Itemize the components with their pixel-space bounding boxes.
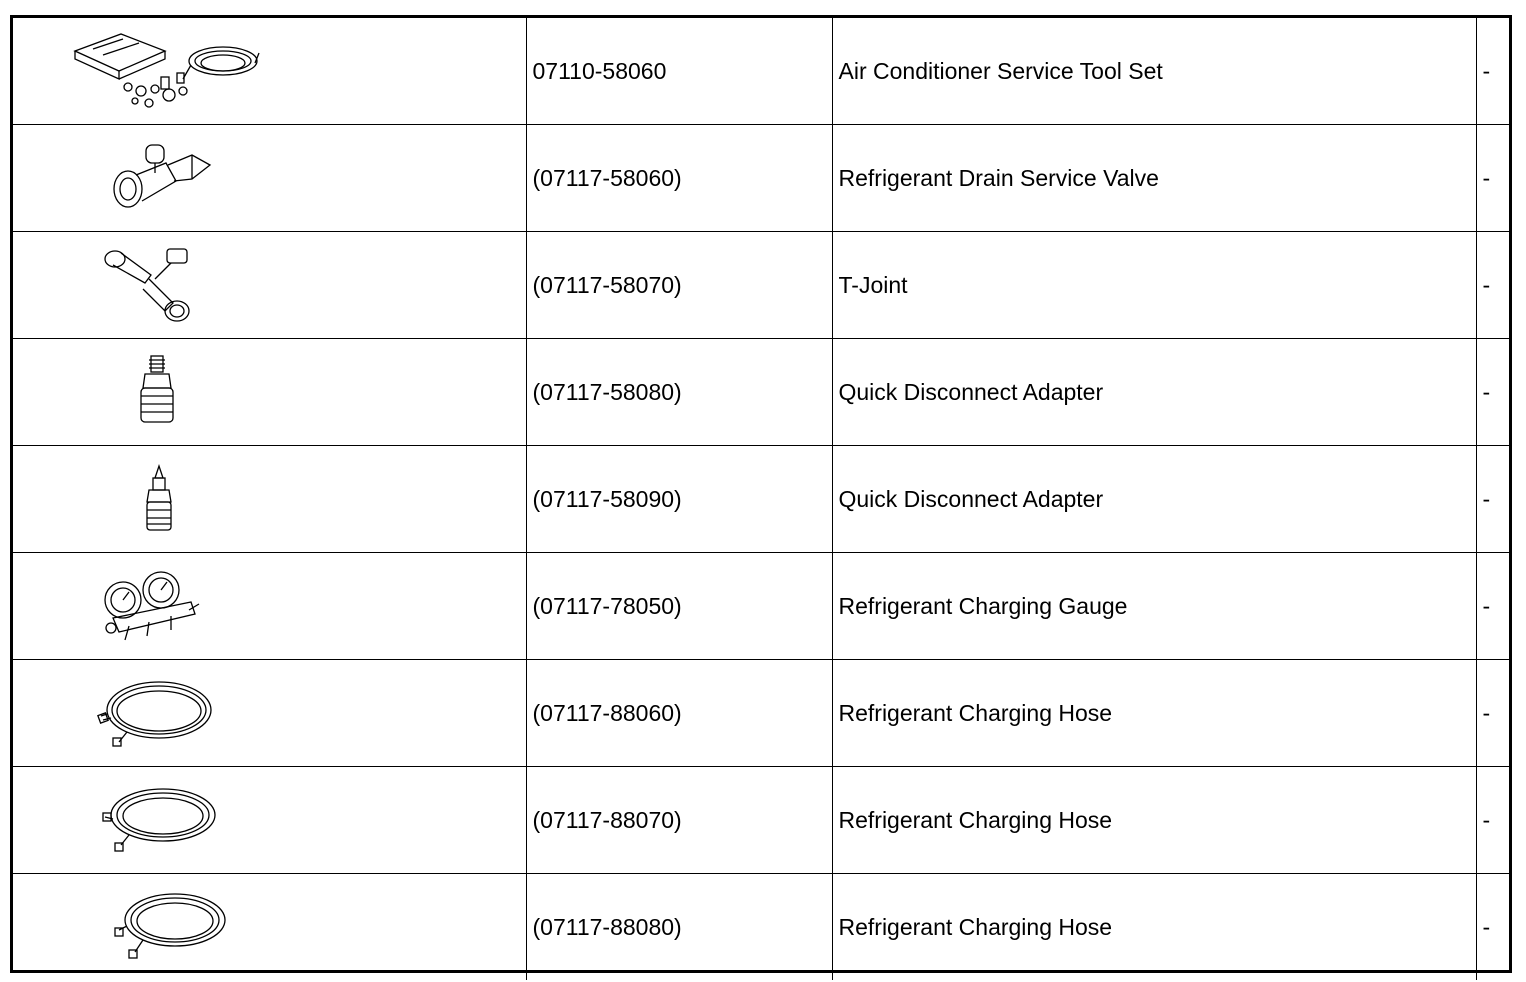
tool-name-cell: Refrigerant Charging Hose <box>831 873 1477 980</box>
table-row: (07117-88060) Refrigerant Charging Hose … <box>13 659 1509 767</box>
part-number: (07117-78050) <box>532 592 682 619</box>
part-number-cell: 07110-58060 <box>525 18 833 125</box>
tool-name: Refrigerant Charging Hose <box>838 806 1113 833</box>
tool-name: Refrigerant Charging Gauge <box>838 592 1128 619</box>
note: - <box>1482 378 1491 405</box>
tool-image-cell <box>13 231 527 339</box>
tool-image-cell <box>13 659 527 767</box>
tool-name-cell: Quick Disconnect Adapter <box>831 338 1477 446</box>
table-row: (07117-58080) Quick Disconnect Adapter - <box>13 338 1509 446</box>
service-tool-set-icon <box>73 32 260 108</box>
part-number: (07117-58070) <box>532 271 682 298</box>
part-number: (07117-58090) <box>532 485 682 512</box>
part-number: (07117-88080) <box>532 913 682 940</box>
note-cell: - <box>1475 124 1509 232</box>
tool-image-cell <box>13 338 527 446</box>
part-number-cell: (07117-58080) <box>525 338 833 446</box>
part-number-cell: (07117-58060) <box>525 124 833 232</box>
tool-name: T-Joint <box>838 271 908 298</box>
tool-name-cell: Quick Disconnect Adapter <box>831 445 1477 553</box>
table-row: (07117-58090) Quick Disconnect Adapter - <box>13 445 1509 553</box>
tool-image-cell <box>13 445 527 553</box>
charging-hose-icon <box>97 681 212 747</box>
table-row: (07117-58070) T-Joint - <box>13 231 1509 339</box>
part-number: (07117-88060) <box>532 699 682 726</box>
tool-table-sheet: 07110-58060 Air Conditioner Service Tool… <box>10 15 1512 980</box>
table-row: (07117-88080) Refrigerant Charging Hose … <box>13 873 1509 980</box>
tool-name-cell: T-Joint <box>831 231 1477 339</box>
note-cell: - <box>1475 873 1509 980</box>
note-cell: - <box>1475 231 1509 339</box>
t-joint-icon <box>104 248 190 322</box>
part-number: (07117-88070) <box>532 806 682 833</box>
tool-image-cell <box>13 552 527 660</box>
table-row: 07110-58060 Air Conditioner Service Tool… <box>13 18 1509 125</box>
part-number-cell: (07117-58070) <box>525 231 833 339</box>
note-cell: - <box>1475 445 1509 553</box>
tool-name: Quick Disconnect Adapter <box>838 485 1104 512</box>
tool-image-cell <box>13 873 527 980</box>
note: - <box>1482 271 1491 298</box>
tool-name-cell: Refrigerant Charging Hose <box>831 659 1477 767</box>
note-cell: - <box>1475 766 1509 874</box>
quick-disconnect-adapter-icon <box>146 463 172 531</box>
tool-image-cell <box>13 766 527 874</box>
table-row: (07117-88070) Refrigerant Charging Hose … <box>13 766 1509 874</box>
tool-name: Quick Disconnect Adapter <box>838 378 1104 405</box>
tool-name: Refrigerant Charging Hose <box>838 913 1113 940</box>
note: - <box>1482 806 1491 833</box>
note: - <box>1482 913 1491 940</box>
charging-hose-icon <box>102 788 216 852</box>
quick-disconnect-adapter-icon <box>140 355 174 423</box>
note: - <box>1482 164 1491 191</box>
note-cell: - <box>1475 552 1509 660</box>
tool-name-cell: Air Conditioner Service Tool Set <box>831 18 1477 125</box>
tool-image-cell <box>13 124 527 232</box>
table-row: (07117-78050) Refrigerant Charging Gauge… <box>13 552 1509 660</box>
note-cell: - <box>1475 659 1509 767</box>
part-number-cell: (07117-88060) <box>525 659 833 767</box>
part-number: (07117-58060) <box>532 164 682 191</box>
table-row: (07117-58060) Refrigerant Drain Service … <box>13 124 1509 232</box>
tool-name: Refrigerant Drain Service Valve <box>838 164 1159 191</box>
tool-name-cell: Refrigerant Charging Gauge <box>831 552 1477 660</box>
note: - <box>1482 592 1491 619</box>
note-cell: - <box>1475 338 1509 446</box>
tool-name-cell: Refrigerant Drain Service Valve <box>831 124 1477 232</box>
tool-name: Refrigerant Charging Hose <box>838 699 1113 726</box>
part-number: (07117-58080) <box>532 378 682 405</box>
part-number-cell: (07117-58090) <box>525 445 833 553</box>
charging-hose-icon <box>114 893 226 959</box>
note: - <box>1482 699 1491 726</box>
tool-image-cell <box>13 18 527 125</box>
part-number: 07110-58060 <box>532 57 667 84</box>
part-number-cell: (07117-88080) <box>525 873 833 980</box>
charging-gauge-icon <box>104 571 200 641</box>
note: - <box>1482 485 1491 512</box>
tool-table: 07110-58060 Air Conditioner Service Tool… <box>13 18 1509 980</box>
note-cell: - <box>1475 18 1509 125</box>
tool-name: Air Conditioner Service Tool Set <box>838 57 1163 84</box>
part-number-cell: (07117-78050) <box>525 552 833 660</box>
part-number-cell: (07117-88070) <box>525 766 833 874</box>
drain-service-valve-icon <box>113 143 212 208</box>
note: - <box>1482 57 1491 84</box>
tool-name-cell: Refrigerant Charging Hose <box>831 766 1477 874</box>
